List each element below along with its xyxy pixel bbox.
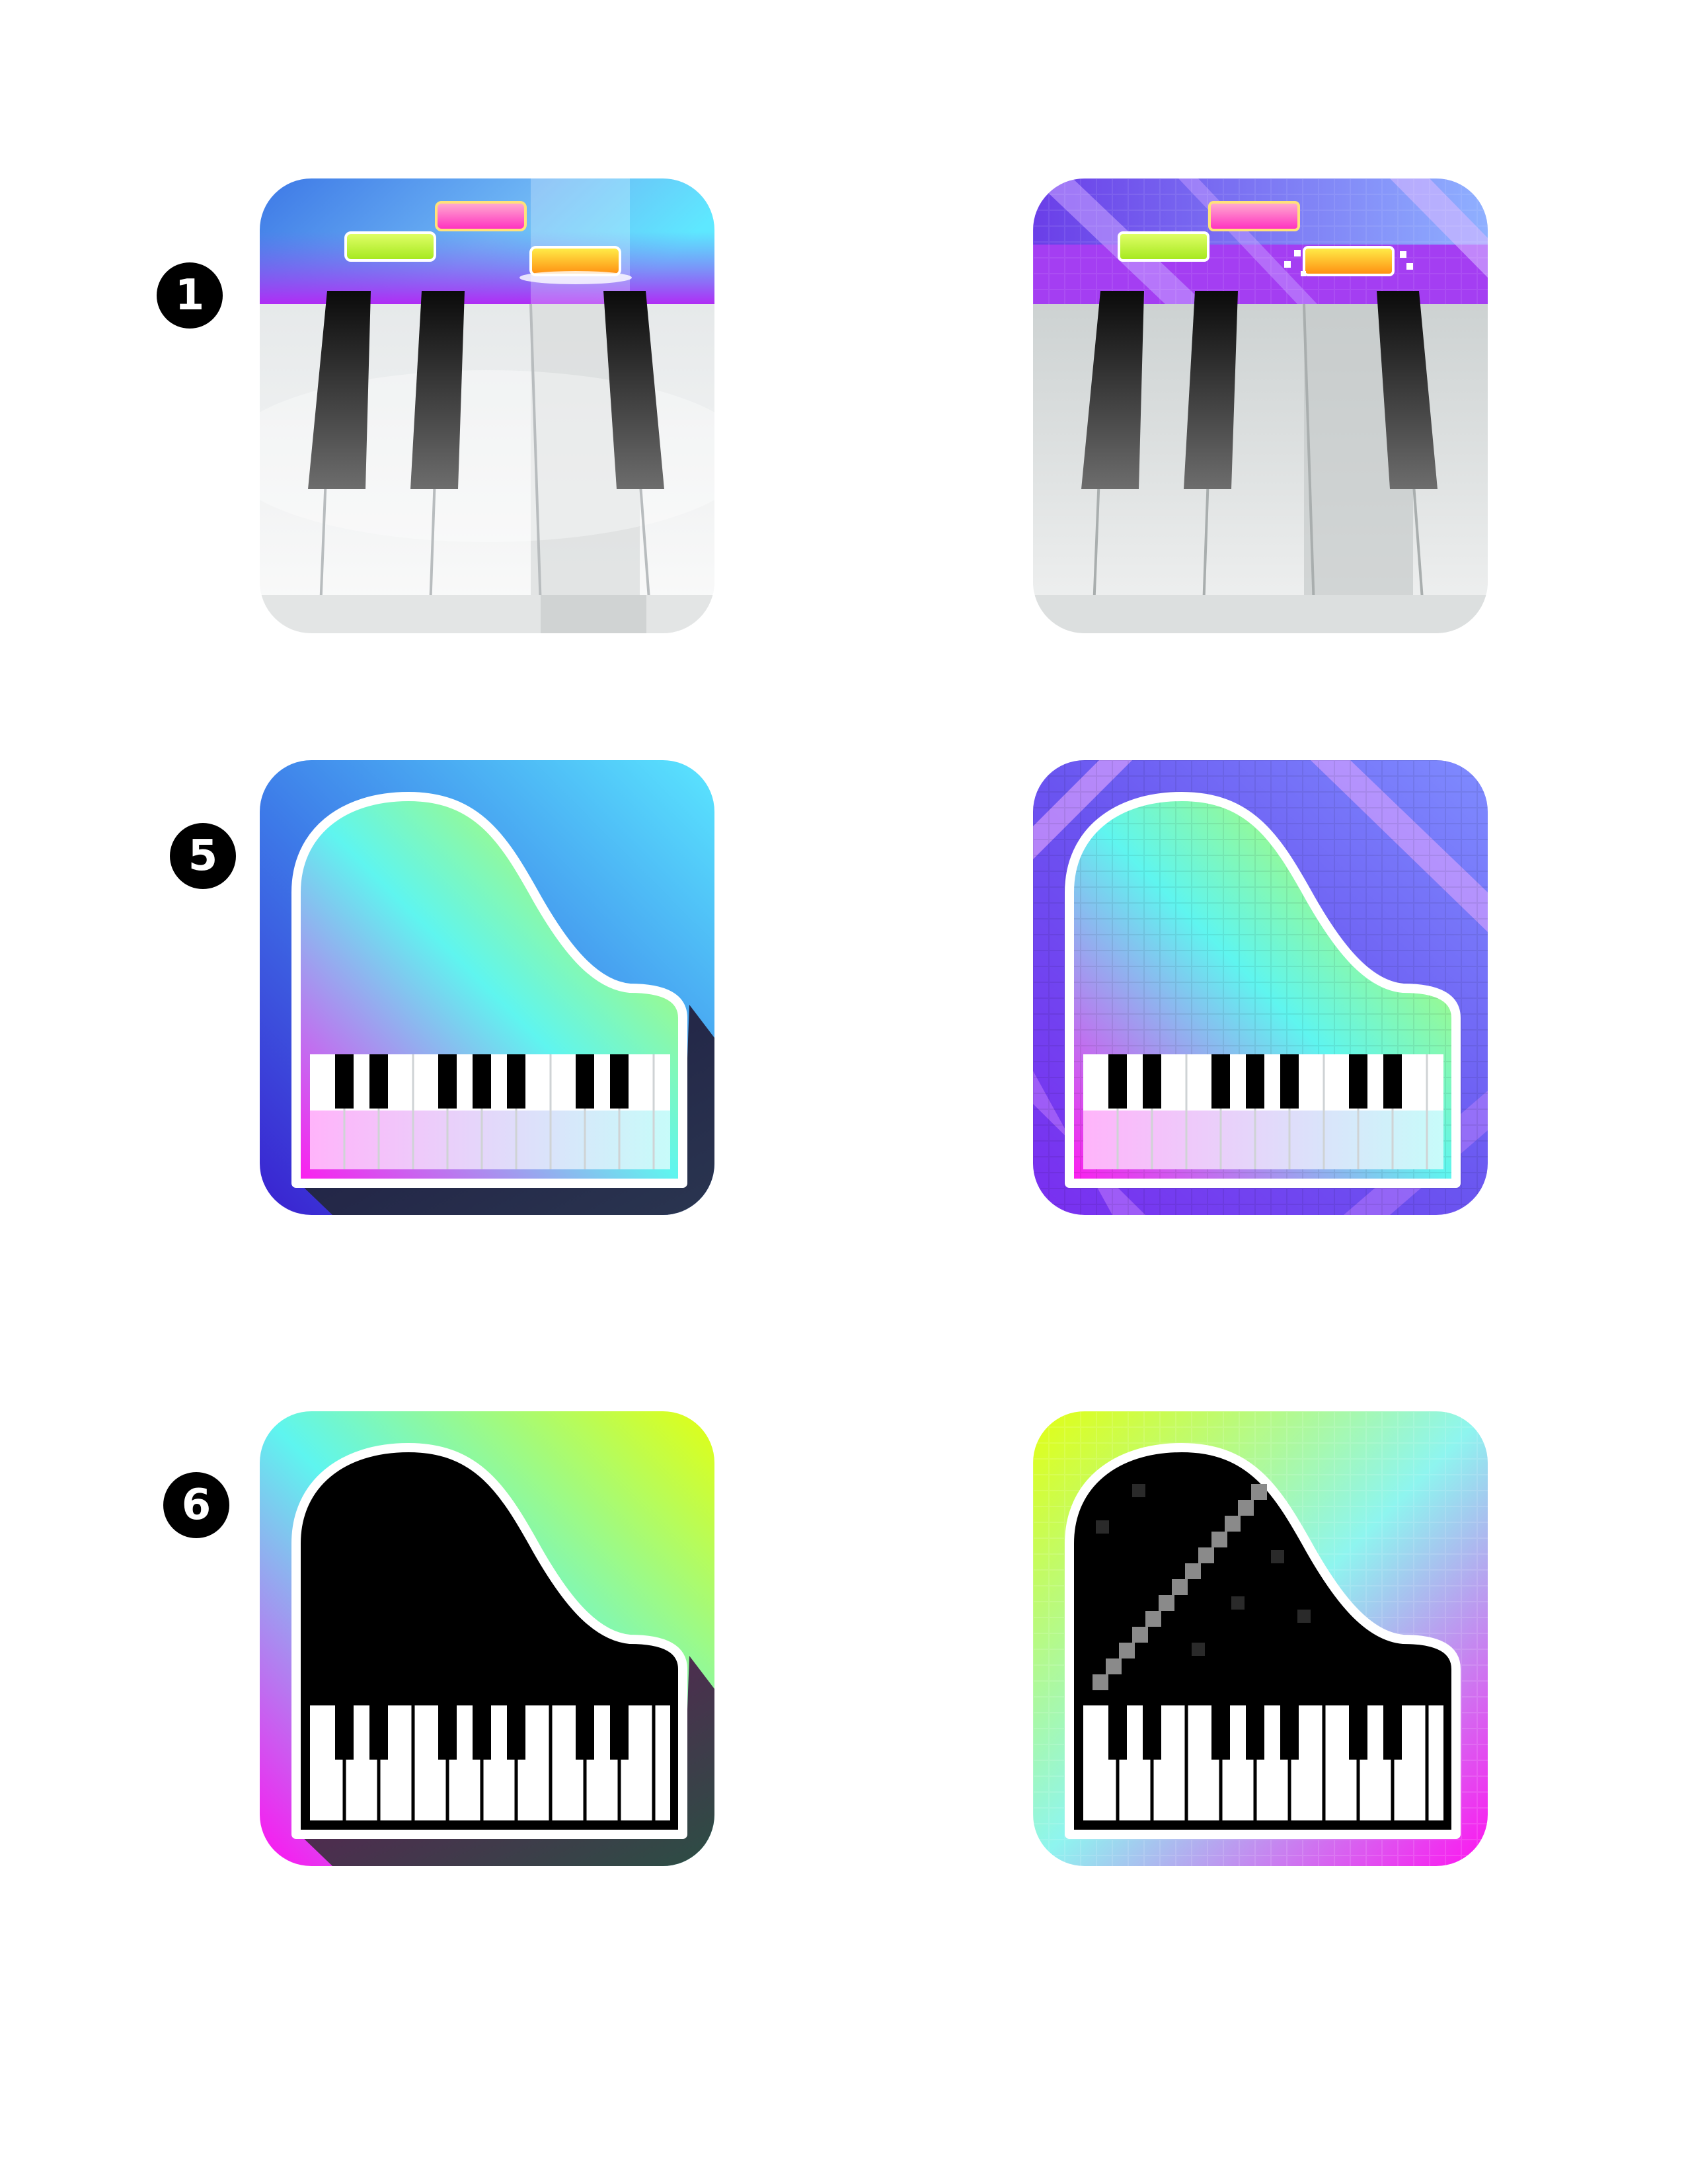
row-number-badge-6: 6 bbox=[163, 1472, 229, 1538]
row-number-badge-1: 1 bbox=[157, 262, 223, 329]
grand-piano-black-icon bbox=[260, 1411, 714, 1866]
grand-piano-black-pixel-icon bbox=[1033, 1411, 1488, 1866]
row-number-badge-5: 5 bbox=[170, 823, 236, 889]
piano-keys-pixel-icon bbox=[1033, 178, 1488, 633]
piano-keys-icon bbox=[260, 178, 714, 633]
grand-piano-gradient-icon bbox=[260, 760, 714, 1215]
grand-piano-gradient-pixel-icon bbox=[1033, 760, 1488, 1215]
